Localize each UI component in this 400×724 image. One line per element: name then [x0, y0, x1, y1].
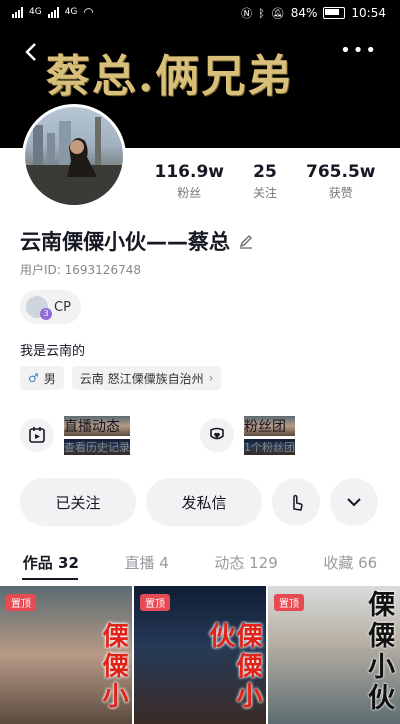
male-icon: ♂ [28, 371, 39, 385]
pinned-badge: 置顶 [140, 594, 170, 611]
battery-percent: 84% [290, 6, 318, 20]
feature-live-history[interactable]: 直播动态 查看历史记录 [20, 411, 200, 459]
live-calendar-icon [20, 418, 54, 452]
edit-pencil-icon[interactable] [238, 233, 254, 249]
battery-icon [323, 7, 346, 19]
gesture-hand-icon[interactable] [272, 478, 320, 526]
fan-club-heart-icon [200, 418, 234, 452]
profile-name: 云南傈僳小伙——蔡总 [20, 230, 230, 254]
profile-name-row: 云南傈僳小伙——蔡总 [20, 226, 254, 256]
video-grid: 置顶 傈僳小 置顶 傈僳小伙 置顶 傈僳小伙 [0, 586, 400, 724]
chevron-right-icon: › [208, 371, 214, 385]
avatar-photo [25, 117, 123, 205]
stat-label: 粉丝 [177, 186, 202, 200]
tab-favorites[interactable]: 收藏 66 [323, 552, 377, 582]
feature-title: 粉丝团 [244, 415, 295, 436]
feature-row: 直播动态 查看历史记录 粉丝团 1个粉丝团 [20, 411, 380, 459]
nfc-icon: Ⓝ [241, 7, 253, 20]
gender-tag-label: 男 [43, 371, 56, 386]
cp-badge[interactable]: CP [20, 290, 81, 324]
profile-stats: 116.9w 粉丝 25 关注 765.5w 获赞 [140, 162, 390, 201]
bio-text: 我是云南的 [20, 344, 86, 359]
feature-title: 直播动态 [64, 415, 130, 436]
stat-value: 116.9w [154, 162, 224, 182]
wifi-icon: ◠ [83, 5, 94, 19]
gender-tag: ♂ 男 [20, 366, 64, 390]
feature-fan-club[interactable]: 粉丝团 1个粉丝团 [200, 411, 380, 459]
location-tag-label: 云南 怒江傈僳族自治州 [79, 371, 204, 386]
stat-label: 获赞 [328, 186, 353, 200]
feature-subtitle: 1个粉丝团 [244, 438, 295, 455]
more-dots-icon[interactable]: ••• [340, 40, 378, 61]
chevron-down-icon[interactable] [330, 478, 378, 526]
stat-label: 关注 [252, 186, 277, 200]
clock: 10:54 [351, 6, 386, 20]
banner-title: 蔡总.俩兄弟 [46, 51, 294, 102]
video-caption: 傈僳小伙 [204, 622, 262, 712]
user-id: 用户ID: 1693126748 [20, 263, 141, 277]
pinned-badge: 置顶 [274, 594, 304, 611]
following-button[interactable]: 已关注 [20, 478, 136, 526]
video-thumbnail[interactable]: 置顶 傈僳小伙 [134, 586, 266, 724]
video-caption: 傈僳小 [98, 622, 128, 712]
profile-tags: ♂ 男 云南 怒江傈僳族自治州 › [20, 366, 222, 390]
pinned-badge: 置顶 [6, 594, 36, 611]
stat-following[interactable]: 25 关注 [253, 162, 277, 201]
message-button[interactable]: 发私信 [146, 478, 262, 526]
tab-moments[interactable]: 动态 129 [214, 552, 277, 582]
signal-icon [12, 6, 23, 18]
video-caption: 傈僳小伙 [363, 590, 394, 714]
stat-value: 25 [253, 162, 277, 182]
action-row: 已关注 发私信 [20, 478, 380, 526]
tab-live[interactable]: 直播 4 [124, 552, 168, 582]
cp-label: CP [54, 299, 71, 315]
signal-icon-2 [47, 6, 59, 18]
video-thumbnail[interactable]: 置顶 傈僳小伙 [268, 586, 400, 724]
stat-followers[interactable]: 116.9w 粉丝 [155, 162, 224, 201]
feature-subtitle: 查看历史记录 [64, 438, 130, 455]
avatar[interactable] [22, 104, 126, 208]
network-label: 4G [29, 7, 42, 17]
chevron-left-icon[interactable] [20, 40, 44, 64]
bluetooth-icon: ᛒ [258, 6, 265, 20]
cp-avatar [26, 296, 52, 320]
network-label-2: 4G [64, 7, 78, 17]
location-tag[interactable]: 云南 怒江傈僳族自治州 › [71, 366, 222, 390]
stat-value: 765.5w [306, 162, 376, 182]
tab-active-indicator [22, 578, 78, 580]
video-thumbnail[interactable]: 置顶 傈僳小 [0, 586, 132, 724]
mute-icon: 🔕︎ [270, 6, 285, 20]
status-bar: 4G 4G ◠ Ⓝ ᛒ 🔕︎ 84% 10:54 [0, 0, 400, 26]
stat-likes[interactable]: 765.5w 获赞 [306, 162, 375, 201]
